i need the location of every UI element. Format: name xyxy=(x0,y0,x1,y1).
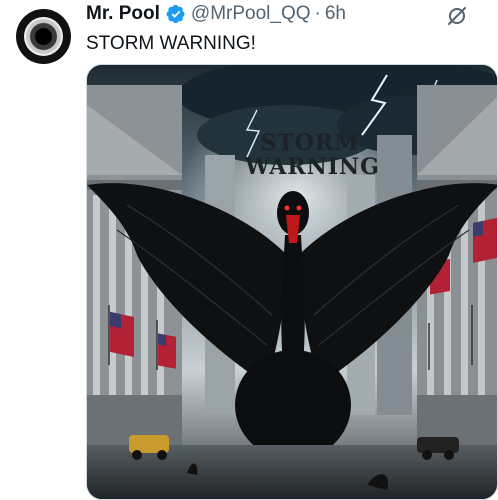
tweet-header: Mr. Pool @MrPool_QQ · 6h xyxy=(86,2,346,26)
verified-badge-icon[interactable] xyxy=(166,4,186,24)
author-name[interactable]: Mr. Pool xyxy=(86,3,160,25)
avatar-eye-graphic xyxy=(24,17,63,56)
tweet-text: STORM WARNING! xyxy=(86,33,256,54)
sign-line-2: WARNING xyxy=(245,154,380,180)
grok-icon[interactable] xyxy=(446,5,468,27)
avatar[interactable] xyxy=(16,9,71,64)
tweet: Mr. Pool @MrPool_QQ · 6h STORM WARNING! xyxy=(0,0,498,500)
tweet-image[interactable]: STORM WARNING xyxy=(86,64,498,500)
author-handle[interactable]: @MrPool_QQ xyxy=(191,3,311,25)
sign-line-1: STORM xyxy=(260,130,360,156)
tweet-time[interactable]: 6h xyxy=(325,3,346,25)
storm-warning-sign: STORM WARNING xyxy=(245,130,380,180)
separator-dot: · xyxy=(314,3,321,24)
